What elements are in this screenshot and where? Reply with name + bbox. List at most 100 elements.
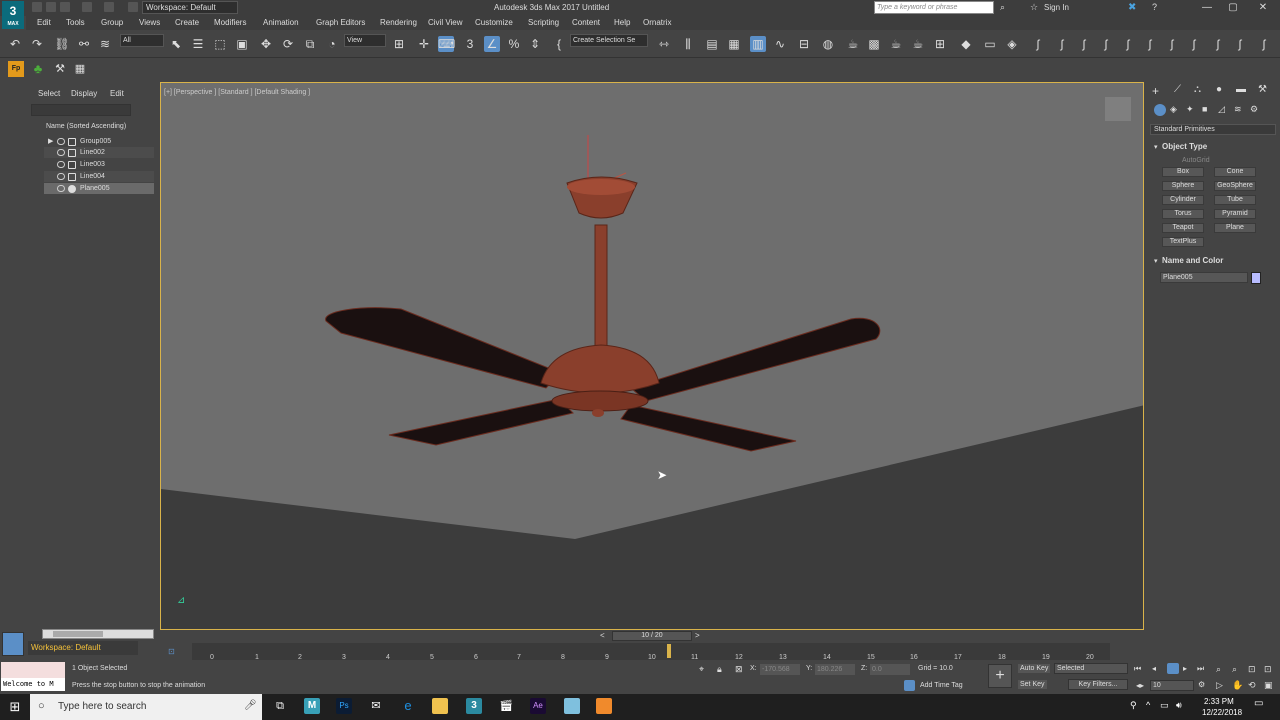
3ds-max-taskbar-icon[interactable]: 3 xyxy=(466,698,482,714)
forest-pack-icon[interactable]: Fp xyxy=(8,61,24,77)
object-type-rollout-title[interactable]: Object Type xyxy=(1162,142,1207,151)
perspective-viewport[interactable]: [+] [Perspective ] [Standard ] [Default … xyxy=(160,82,1144,630)
add-time-tag-button[interactable]: Add Time Tag xyxy=(920,682,963,689)
workspace-selector[interactable]: Workspace: Default xyxy=(28,641,138,655)
tab-select[interactable]: Select xyxy=(38,89,60,98)
star-icon[interactable]: ☆ xyxy=(1030,2,1038,13)
render-production-icon[interactable]: ☕ xyxy=(888,36,904,52)
timeline-track[interactable]: 0 1 2 3 4 5 6 7 8 9 10 11 12 13 14 15 16… xyxy=(192,643,1110,661)
previous-frame-arrow-icon[interactable]: < xyxy=(600,631,605,640)
tab-display[interactable]: Display xyxy=(71,89,97,98)
application-icon[interactable] xyxy=(564,698,580,714)
grid-table-icon[interactable]: ▦ xyxy=(72,61,88,77)
key-filters-button[interactable]: Key Filters... xyxy=(1068,679,1128,690)
layer-explorer-icon[interactable]: ▦ xyxy=(726,36,742,52)
column-header-name[interactable]: Name (Sorted Ascending) xyxy=(46,123,126,130)
ornatrix-icon-11[interactable]: ʃ xyxy=(1256,36,1272,52)
next-frame-icon[interactable]: ▸ xyxy=(1183,664,1187,673)
box-button[interactable]: Box xyxy=(1162,167,1204,177)
maxscript-listener-input[interactable] xyxy=(1,662,65,678)
new-file-icon[interactable] xyxy=(32,2,42,12)
orbit-icon[interactable]: ⟲ xyxy=(1248,680,1256,691)
sign-in-link[interactable]: Sign In xyxy=(1044,3,1069,12)
rectangular-selection-icon[interactable]: ⬚ xyxy=(212,36,228,52)
task-view-icon[interactable]: ⧉ xyxy=(272,698,288,714)
sphere-button[interactable]: Sphere xyxy=(1162,181,1204,191)
tab-edit[interactable]: Edit xyxy=(110,89,124,98)
x-coordinate-field[interactable]: -170.568 xyxy=(760,664,800,675)
workspace-dropdown[interactable]: Workspace: Default xyxy=(142,1,238,14)
reference-coordinate-dropdown[interactable]: View xyxy=(344,34,386,47)
render-iterative-icon[interactable]: ☕ xyxy=(910,36,926,52)
angle-snap-icon[interactable]: ∠ xyxy=(484,36,500,52)
list-item-selected[interactable]: Plane005 xyxy=(44,183,154,194)
maximize-button[interactable]: ▢ xyxy=(1222,0,1244,16)
key-mode-dropdown[interactable]: Selected xyxy=(1054,663,1128,674)
menu-animation[interactable]: Animation xyxy=(263,18,299,27)
ribbon-toggle-icon[interactable]: ▥ xyxy=(750,36,766,52)
space-warps-category-icon[interactable]: ≋ xyxy=(1234,104,1242,115)
visibility-eye-icon[interactable] xyxy=(57,138,65,145)
microphone-icon[interactable]: 🎤︎ xyxy=(244,700,257,711)
a360-render-icon[interactable]: ⊞ xyxy=(932,36,948,52)
current-frame-field[interactable]: 10 xyxy=(1150,680,1194,691)
ornatrix-icon-3[interactable]: ʃ xyxy=(1076,36,1092,52)
mail-icon[interactable]: ✉ xyxy=(368,698,384,714)
torus-button[interactable]: Torus xyxy=(1162,209,1204,219)
field-of-view-icon[interactable]: ▷ xyxy=(1216,680,1223,691)
autogrid-checkbox[interactable]: AutoGrid xyxy=(1182,157,1210,164)
menu-rendering[interactable]: Rendering xyxy=(380,18,417,27)
viewport-layout-tab[interactable] xyxy=(2,632,24,656)
geosphere-button[interactable]: GeoSphere xyxy=(1214,181,1256,191)
hierarchy-tab-icon[interactable]: ⛬ xyxy=(1194,84,1201,95)
help-icon[interactable]: ? xyxy=(1152,2,1157,12)
auto-key-button[interactable]: Auto Key xyxy=(1018,664,1051,673)
menu-views[interactable]: Views xyxy=(139,18,160,27)
display-tab-icon[interactable]: ▬ xyxy=(1236,84,1246,95)
teapot-button[interactable]: Teapot xyxy=(1162,223,1204,233)
spinner-snap-icon[interactable]: ⇕ xyxy=(527,36,543,52)
pivot-center-icon[interactable]: ⊞ xyxy=(391,36,407,52)
ornatrix-icon-6[interactable]: ʃ xyxy=(1142,36,1158,52)
absolute-mode-icon[interactable]: ⊠ xyxy=(735,664,743,675)
selection-lock-icon[interactable]: 🔒︎ xyxy=(717,664,722,675)
ornatrix-icon-4[interactable]: ʃ xyxy=(1098,36,1114,52)
notifications-icon[interactable]: ▭ xyxy=(1254,698,1268,712)
scene-search-input[interactable] xyxy=(31,104,131,116)
ornatrix-icon-10[interactable]: ʃ xyxy=(1232,36,1248,52)
helpers-category-icon[interactable]: ◿ xyxy=(1218,104,1225,115)
viewcube-icon[interactable] xyxy=(1105,97,1131,121)
help-search-input[interactable]: Type a keyword or phrase xyxy=(874,1,994,14)
redo-icon[interactable]: ↷ xyxy=(29,36,45,52)
ornatrix-icon-8[interactable]: ʃ xyxy=(1186,36,1202,52)
menu-modifiers[interactable]: Modifiers xyxy=(214,18,246,27)
tree-icon[interactable]: ♣ xyxy=(30,61,46,77)
maya-icon[interactable]: M xyxy=(304,698,320,714)
current-frame-marker[interactable] xyxy=(667,644,671,658)
redo-icon[interactable] xyxy=(104,2,114,12)
maximize-viewport-icon[interactable]: ▣ xyxy=(1264,680,1273,691)
binoculars-icon[interactable]: ⌕ xyxy=(1000,2,1010,12)
menu-create[interactable]: Create xyxy=(175,18,199,27)
edge-browser-icon[interactable]: e xyxy=(400,698,416,714)
scene-explorer-toggle-icon[interactable]: ▤ xyxy=(704,36,720,52)
after-effects-icon[interactable]: Ae xyxy=(530,698,546,714)
mirror-icon[interactable]: ⇿ xyxy=(656,36,672,52)
people-icon[interactable]: ⚲ xyxy=(1130,700,1137,711)
go-to-end-icon[interactable]: ⏭ xyxy=(1197,664,1204,674)
rotate-icon[interactable]: ⟳ xyxy=(280,36,296,52)
select-object-icon[interactable]: ⬉ xyxy=(168,36,184,52)
visibility-eye-icon[interactable] xyxy=(57,185,65,192)
tools-icon[interactable]: ⚒ xyxy=(52,61,68,77)
menu-customize[interactable]: Customize xyxy=(475,18,513,27)
menu-content[interactable]: Content xyxy=(572,18,600,27)
network-icon[interactable]: ▭ xyxy=(1160,700,1169,711)
object-color-swatch[interactable] xyxy=(1251,272,1261,284)
pan-view-icon[interactable]: ✋ xyxy=(1232,680,1243,691)
named-selection-dropdown[interactable]: Create Selection Se xyxy=(570,34,648,47)
create-tab-icon[interactable]: + xyxy=(1152,84,1159,98)
menu-graph-editors[interactable]: Graph Editors xyxy=(316,18,365,27)
video-editor-icon[interactable]: 🎬︎ xyxy=(498,698,514,714)
move-icon[interactable]: ✥ xyxy=(258,36,274,52)
cameras-category-icon[interactable]: ■ xyxy=(1202,104,1207,114)
